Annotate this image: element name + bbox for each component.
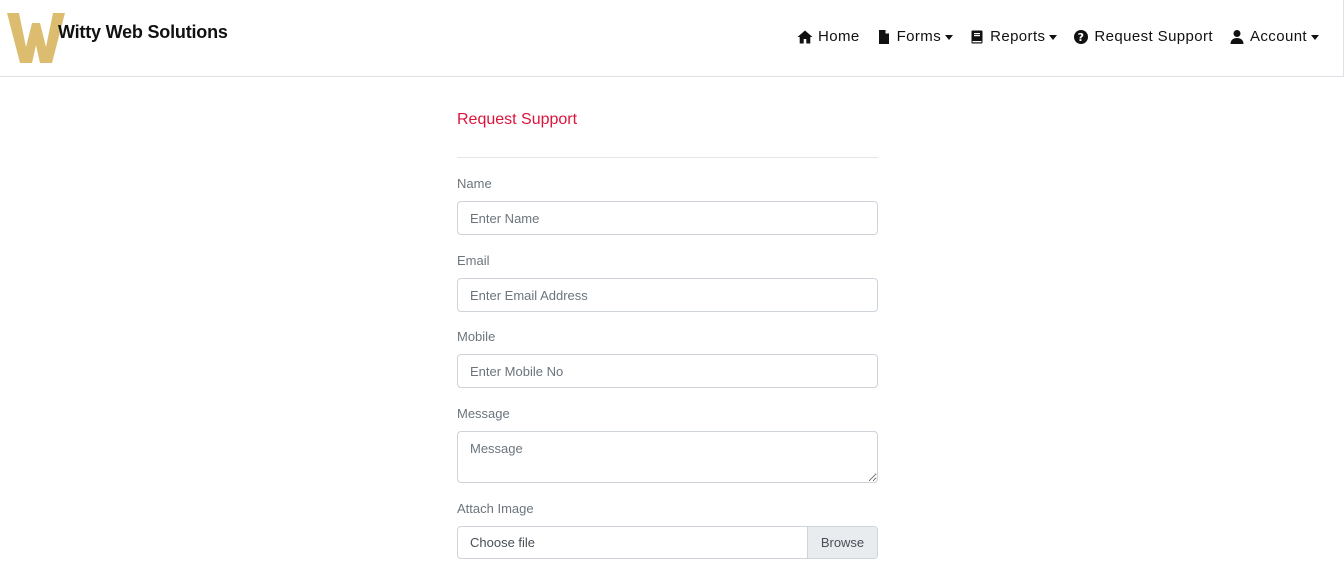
message-textarea[interactable] — [457, 431, 878, 483]
nav-home[interactable]: Home — [797, 28, 860, 45]
question-circle-icon: ? — [1073, 29, 1089, 45]
nav-forms[interactable]: Forms — [876, 28, 954, 45]
svg-text:?: ? — [1078, 31, 1085, 44]
attach-image-input[interactable]: Choose file Browse — [457, 526, 878, 559]
mobile-label: Mobile — [457, 329, 496, 344]
file-input-text[interactable]: Choose file — [458, 527, 807, 558]
nav-forms-label: Forms — [896, 28, 942, 45]
logo-icon[interactable] — [7, 13, 65, 63]
nav-request-support-label: Request Support — [1094, 28, 1213, 45]
nav-reports[interactable]: Reports — [969, 28, 1058, 45]
divider — [457, 157, 878, 158]
name-input[interactable] — [457, 201, 878, 235]
email-input[interactable] — [457, 278, 878, 312]
top-navbar: Witty Web Solutions Home Forms Reports ? — [0, 0, 1344, 77]
main-nav: Home Forms Reports ? Request Support Acc… — [781, 28, 1319, 45]
file-icon — [876, 29, 892, 45]
nav-request-support[interactable]: ? Request Support — [1073, 28, 1213, 45]
attach-image-label: Attach Image — [457, 501, 534, 516]
name-label: Name — [457, 176, 492, 191]
nav-reports-label: Reports — [990, 28, 1046, 45]
book-icon — [969, 29, 985, 45]
brand-name[interactable]: Witty Web Solutions — [58, 22, 228, 43]
email-label: Email — [457, 253, 490, 268]
chevron-down-icon — [945, 34, 954, 40]
page-title: Request Support — [457, 111, 578, 128]
chevron-down-icon — [1311, 34, 1319, 40]
nav-account[interactable]: Account — [1229, 28, 1319, 45]
mobile-input[interactable] — [457, 354, 878, 388]
home-icon — [797, 29, 813, 45]
nav-home-label: Home — [817, 28, 860, 45]
browse-button[interactable]: Browse — [807, 527, 877, 558]
message-label: Message — [457, 406, 510, 421]
chevron-down-icon — [1049, 34, 1058, 40]
user-icon — [1229, 29, 1245, 45]
nav-account-label: Account — [1250, 28, 1307, 45]
